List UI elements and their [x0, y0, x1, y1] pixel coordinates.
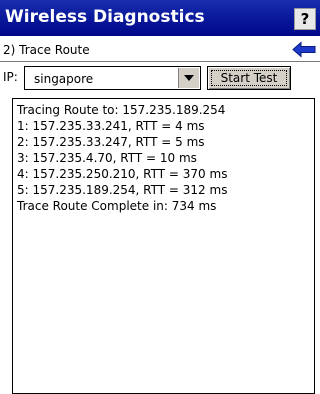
output-line: 5: 157.235.189.254, RTT = 312 ms	[17, 183, 228, 197]
dropdown-button[interactable]	[178, 68, 199, 88]
section-title: 2) Trace Route	[3, 43, 90, 57]
trace-output[interactable]: Tracing Route to: 157.235.189.254 1: 157…	[12, 98, 315, 394]
start-test-button[interactable]: Start Test	[207, 66, 291, 90]
ip-select[interactable]: singapore	[24, 66, 201, 90]
output-line: 2: 157.235.33.247, RTT = 5 ms	[17, 135, 205, 149]
divider	[0, 61, 320, 62]
wireless-diagnostics-screen: Wireless Diagnostics ? 2) Trace Route IP…	[0, 0, 320, 394]
output-line: Trace Route Complete in: 734 ms	[17, 199, 217, 213]
output-line: Tracing Route to: 157.235.189.254	[17, 103, 226, 117]
window-title: Wireless Diagnostics	[5, 7, 205, 27]
ip-label: IP:	[3, 70, 18, 84]
section-header: 2) Trace Route	[0, 38, 320, 61]
left-arrow-icon[interactable]	[291, 41, 317, 58]
ip-select-value: singapore	[34, 72, 94, 86]
title-bar: Wireless Diagnostics ?	[0, 0, 320, 36]
help-button[interactable]: ?	[294, 8, 316, 30]
start-test-label: Start Test	[220, 71, 278, 85]
output-line: 1: 157.235.33.241, RTT = 4 ms	[17, 119, 205, 133]
output-line: 4: 157.235.250.210, RTT = 370 ms	[17, 167, 228, 181]
chevron-down-icon	[184, 75, 194, 81]
output-line: 3: 157.235.4.70, RTT = 10 ms	[17, 151, 197, 165]
